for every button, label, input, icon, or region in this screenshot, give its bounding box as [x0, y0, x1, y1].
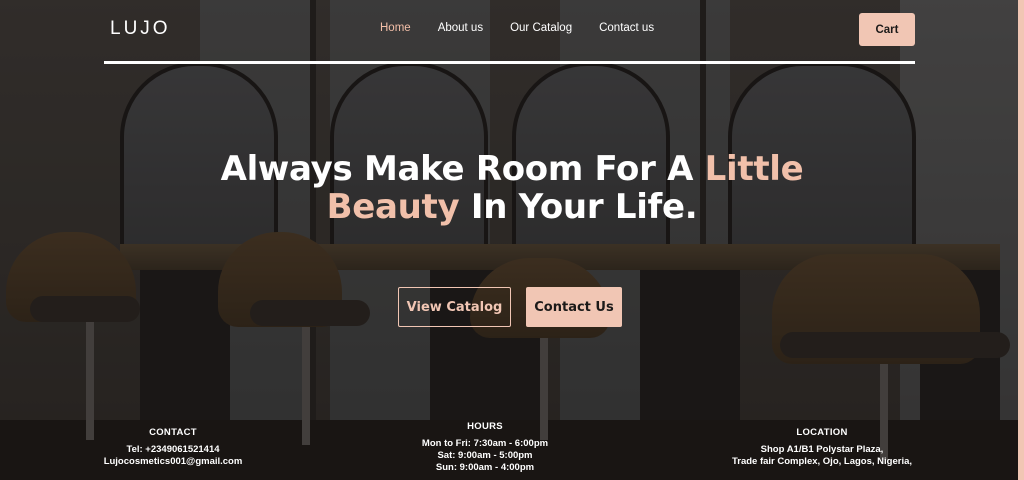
nav-item-contact-us[interactable]: Contact us [599, 22, 654, 34]
hero-heading-accent: Beauty [326, 187, 460, 227]
hero-heading-text: Always Make Room For A [220, 149, 705, 189]
dark-overlay [0, 0, 1024, 480]
contact-us-button[interactable]: Contact Us [526, 287, 622, 327]
hours-saturday: Sat: 9:00am - 5:00pm [437, 450, 533, 461]
location-heading: LOCATION [796, 427, 848, 438]
hero-background-image [0, 0, 1024, 480]
hours-weekday: Mon to Fri: 7:30am - 6:00pm [421, 438, 549, 449]
hero-heading-accent: Little [704, 149, 804, 189]
view-catalog-button[interactable]: View Catalog [398, 287, 511, 327]
nav-item-about-us[interactable]: About us [438, 22, 483, 34]
contact-heading: CONTACT [149, 427, 197, 438]
site-header: LUJO Home About us Our Catalog Contact u… [104, 0, 915, 63]
hours-sunday: Sun: 9:00am - 4:00pm [435, 462, 535, 473]
header-divider [104, 61, 915, 64]
hours-heading: HOURS [467, 421, 503, 432]
location-address-line2: Trade fair Complex, Ojo, Lagos, Nigeria, [731, 456, 913, 467]
contact-email[interactable]: Lujocosmetics001@gmail.com [98, 456, 248, 468]
opening-hours: HOURS Mon to Fri: 7:30am - 6:00pm Sat: 9… [410, 421, 560, 474]
brand-logo[interactable]: LUJO [110, 18, 171, 40]
hero-heading: Always Make Room For A Little Beauty In … [0, 150, 1024, 226]
nav-item-home[interactable]: Home [380, 22, 411, 34]
location-info: LOCATION Shop A1/B1 Polystar Plaza, Trad… [722, 427, 922, 468]
nav-item-our-catalog[interactable]: Our Catalog [510, 22, 572, 34]
main-nav: Home About us Our Catalog Contact us [380, 22, 681, 34]
hero-heading-text: In Your Life. [459, 187, 698, 227]
location-address-line1: Shop A1/B1 Polystar Plaza, [760, 444, 884, 455]
cart-button[interactable]: Cart [859, 13, 915, 46]
contact-info: CONTACT Tel: +2349061521414 Lujocosmetic… [98, 427, 248, 468]
contact-phone[interactable]: Tel: +2349061521414 [98, 444, 248, 456]
scrollbar[interactable] [1018, 0, 1024, 480]
